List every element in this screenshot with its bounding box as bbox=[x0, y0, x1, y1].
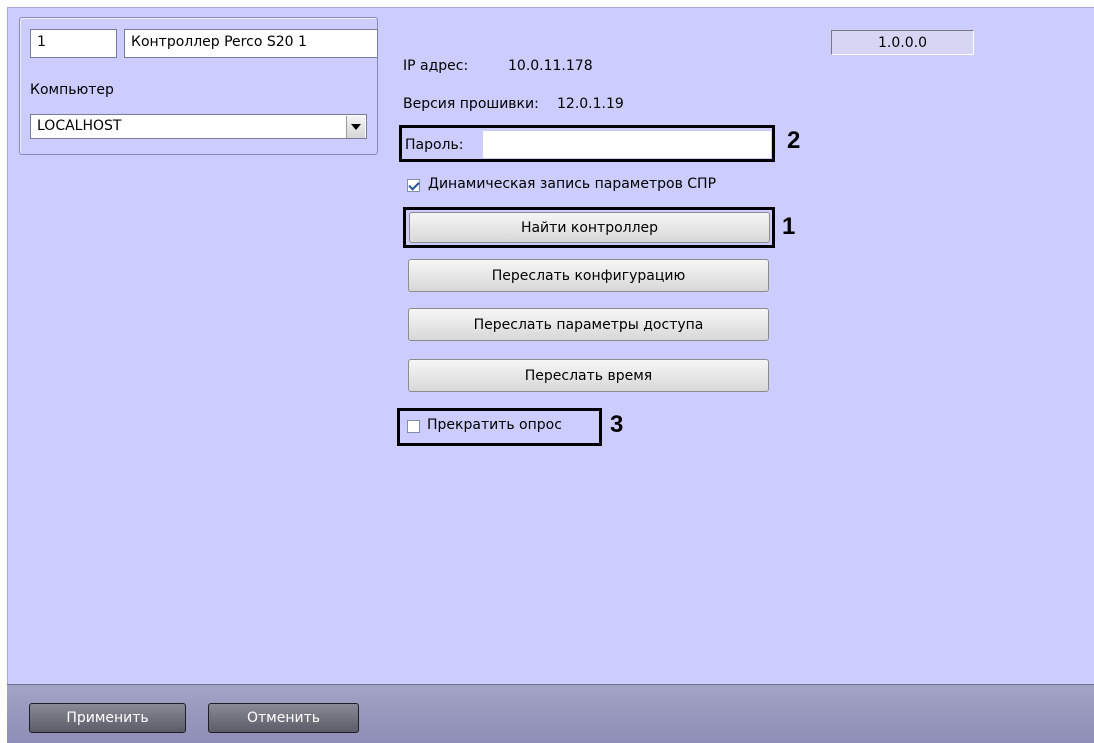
chevron-down-icon[interactable] bbox=[346, 116, 365, 138]
computer-label: Компьютер bbox=[30, 82, 114, 98]
highlight-box-2 bbox=[399, 125, 775, 162]
device-id-field[interactable]: 1 bbox=[30, 29, 117, 58]
firmware-value: 12.0.1.19 bbox=[557, 96, 624, 112]
dynamic-write-label: Динамическая запись параметров СПР bbox=[428, 176, 717, 192]
apply-button[interactable]: Применить bbox=[29, 703, 186, 733]
highlight-box-3 bbox=[397, 408, 602, 446]
computer-select-value: LOCALHOST bbox=[37, 118, 122, 134]
callout-2: 2 bbox=[787, 127, 801, 154]
highlight-box-1 bbox=[403, 207, 775, 248]
dynamic-write-checkbox[interactable] bbox=[407, 179, 420, 192]
callout-1: 1 bbox=[782, 213, 796, 240]
callout-3: 3 bbox=[610, 411, 624, 438]
send-access-params-button[interactable]: Переслать параметры доступа bbox=[408, 308, 769, 341]
ip-label: IP адрес: bbox=[403, 58, 469, 74]
send-time-button[interactable]: Переслать время bbox=[408, 359, 769, 392]
computer-select[interactable]: LOCALHOST bbox=[30, 114, 367, 139]
send-config-button[interactable]: Переслать конфигурацию bbox=[408, 259, 769, 292]
ip-value: 10.0.11.178 bbox=[508, 58, 593, 74]
device-name-field[interactable]: Контроллер Perco S20 1 bbox=[124, 29, 378, 58]
cancel-button[interactable]: Отменить bbox=[208, 703, 359, 733]
firmware-label: Версия прошивки: bbox=[403, 96, 539, 112]
version-field: 1.0.0.0 bbox=[831, 30, 974, 55]
